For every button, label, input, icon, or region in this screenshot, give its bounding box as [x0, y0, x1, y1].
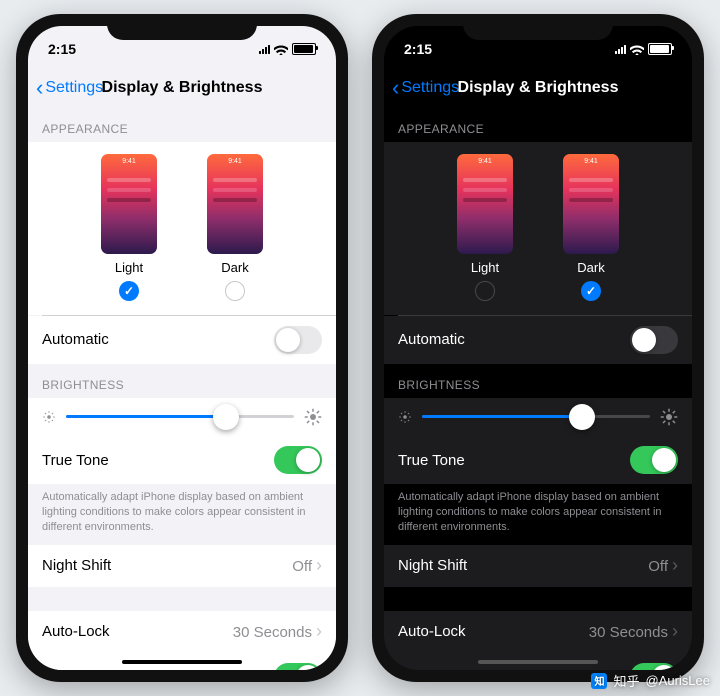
dark-preview-thumb: 9:41 — [207, 154, 263, 254]
watermark-prefix: 知乎 — [613, 671, 639, 690]
status-time: 2:15 — [48, 41, 76, 57]
notch — [463, 14, 613, 40]
zhihu-icon: 知 — [591, 673, 607, 689]
chevron-right-icon: › — [672, 555, 678, 575]
row-night-shift[interactable]: Night Shift Off› — [28, 545, 336, 587]
toggle-raise-to-wake[interactable] — [274, 663, 322, 670]
auto-lock-label: Auto-Lock — [398, 623, 466, 640]
signal-icon — [615, 44, 626, 54]
appearance-option-dark[interactable]: 9:41 Dark — [207, 154, 263, 301]
dark-preview-thumb: 9:41 — [563, 154, 619, 254]
chevron-left-icon: ‹ — [392, 77, 399, 99]
wifi-icon — [630, 44, 644, 55]
auto-lock-value: 30 Seconds — [233, 624, 312, 641]
appearance-option-light[interactable]: 9:41 Light — [457, 154, 513, 301]
radio-dark[interactable] — [225, 281, 245, 301]
battery-icon — [292, 43, 316, 55]
toggle-true-tone[interactable] — [630, 446, 678, 474]
dark-label: Dark — [577, 260, 604, 275]
brightness-slider[interactable] — [66, 415, 294, 418]
dark-label: Dark — [221, 260, 248, 275]
light-label: Light — [115, 260, 143, 275]
back-button[interactable]: ‹Settings — [392, 77, 459, 99]
true-tone-footnote: Automatically adapt iPhone display based… — [28, 484, 336, 545]
notch — [107, 14, 257, 40]
nav-bar: ‹Settings Display & Brightness — [384, 68, 692, 108]
toggle-automatic[interactable] — [274, 326, 322, 354]
automatic-label: Automatic — [42, 331, 109, 348]
watermark: 知 知乎 @AurisLee — [591, 671, 710, 690]
section-header-appearance: APPEARANCE — [28, 108, 336, 142]
light-preview-thumb: 9:41 — [101, 154, 157, 254]
watermark-text: @AurisLee — [645, 673, 710, 688]
appearance-option-light[interactable]: 9:41 Light — [101, 154, 157, 301]
signal-icon — [259, 44, 270, 54]
wifi-icon — [274, 44, 288, 55]
raise-to-wake-label: Raise to Wake — [42, 669, 139, 670]
row-auto-lock[interactable]: Auto-Lock 30 Seconds› — [384, 611, 692, 653]
sun-large-icon — [660, 408, 678, 426]
radio-light[interactable] — [475, 281, 495, 301]
radio-dark[interactable] — [581, 281, 601, 301]
sun-small-icon — [42, 410, 56, 424]
sun-small-icon — [398, 410, 412, 424]
brightness-slider[interactable] — [422, 415, 650, 418]
back-button[interactable]: ‹Settings — [36, 77, 103, 99]
toggle-automatic[interactable] — [630, 326, 678, 354]
nav-bar: ‹Settings Display & Brightness — [28, 68, 336, 108]
appearance-option-dark[interactable]: 9:41 Dark — [563, 154, 619, 301]
section-header-appearance: APPEARANCE — [384, 108, 692, 142]
true-tone-label: True Tone — [398, 452, 465, 469]
row-night-shift[interactable]: Night Shift Off› — [384, 545, 692, 587]
automatic-label: Automatic — [398, 331, 465, 348]
back-label: Settings — [45, 79, 103, 97]
auto-lock-label: Auto-Lock — [42, 623, 110, 640]
phone-dark: 2:15 ‹Settings Display & Brightness APPE… — [372, 14, 704, 682]
night-shift-label: Night Shift — [42, 557, 111, 574]
toggle-true-tone[interactable] — [274, 446, 322, 474]
row-automatic: Automatic — [384, 316, 692, 364]
row-auto-lock[interactable]: Auto-Lock 30 Seconds› — [28, 611, 336, 653]
home-indicator[interactable] — [122, 660, 242, 664]
chevron-left-icon: ‹ — [36, 77, 43, 99]
chevron-right-icon: › — [672, 621, 678, 641]
night-shift-value: Off — [648, 558, 668, 575]
night-shift-value: Off — [292, 558, 312, 575]
status-time: 2:15 — [404, 41, 432, 57]
chevron-right-icon: › — [316, 555, 322, 575]
row-true-tone: True Tone — [28, 436, 336, 484]
row-brightness-slider — [28, 398, 336, 436]
row-automatic: Automatic — [28, 316, 336, 364]
light-label: Light — [471, 260, 499, 275]
appearance-picker: 9:41 Light 9:41 Dark — [384, 142, 692, 315]
back-label: Settings — [401, 79, 459, 97]
light-preview-thumb: 9:41 — [457, 154, 513, 254]
row-true-tone: True Tone — [384, 436, 692, 484]
radio-light[interactable] — [119, 281, 139, 301]
night-shift-label: Night Shift — [398, 557, 467, 574]
phone-light: 2:15 ‹Settings Display & Brightness APPE… — [16, 14, 348, 682]
raise-to-wake-label: Raise to Wake — [398, 669, 495, 670]
true-tone-label: True Tone — [42, 452, 109, 469]
battery-icon — [648, 43, 672, 55]
section-header-brightness: BRIGHTNESS — [384, 364, 692, 398]
appearance-picker: 9:41 Light 9:41 Dark — [28, 142, 336, 315]
sun-large-icon — [304, 408, 322, 426]
home-indicator[interactable] — [478, 660, 598, 664]
chevron-right-icon: › — [316, 621, 322, 641]
auto-lock-value: 30 Seconds — [589, 624, 668, 641]
section-header-brightness: BRIGHTNESS — [28, 364, 336, 398]
true-tone-footnote: Automatically adapt iPhone display based… — [384, 484, 692, 545]
row-brightness-slider — [384, 398, 692, 436]
toggle-raise-to-wake[interactable] — [630, 663, 678, 670]
